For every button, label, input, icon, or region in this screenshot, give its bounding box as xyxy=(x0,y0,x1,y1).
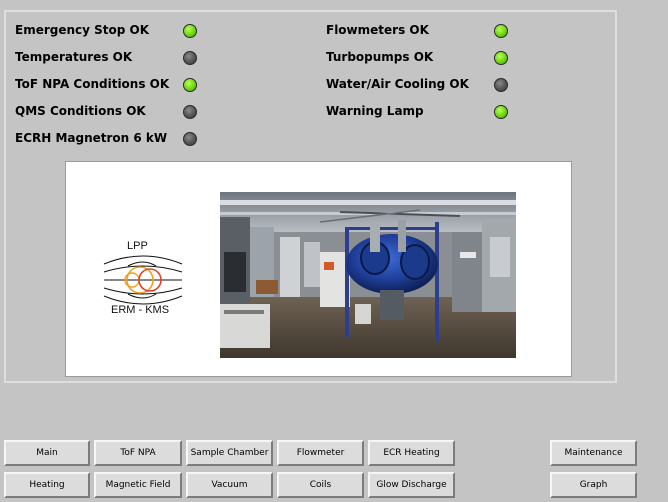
status-label-temperatures: Temperatures OK xyxy=(15,50,133,64)
nav-graph-button[interactable]: Graph xyxy=(550,472,637,498)
nav-ecr-heating-button[interactable]: ECR Heating xyxy=(368,440,455,466)
nav-maintenance-button[interactable]: Maintenance xyxy=(550,440,637,466)
nav-glow-discharge-button[interactable]: Glow Discharge xyxy=(368,472,455,498)
flowmeters-indicator-icon xyxy=(494,24,508,38)
field-lines-icon xyxy=(103,255,183,305)
status-label-water-air-cooling: Water/Air Cooling OK xyxy=(326,77,469,91)
nav-main-button[interactable]: Main xyxy=(4,440,90,466)
status-label-flowmeters: Flowmeters OK xyxy=(326,23,429,37)
nav-magnetic-field-button[interactable]: Magnetic Field xyxy=(94,472,182,498)
status-label-warning-lamp: Warning Lamp xyxy=(326,104,424,118)
nav-vacuum-button[interactable]: Vacuum xyxy=(186,472,273,498)
nav-heating-button[interactable]: Heating xyxy=(4,472,90,498)
logo-bottom-text: ERM - KMS xyxy=(111,304,170,316)
status-label-emergency-stop: Emergency Stop OK xyxy=(15,23,150,37)
emergency-stop-indicator-icon xyxy=(183,24,197,38)
status-label-turbopumps: Turbopumps OK xyxy=(326,50,434,64)
temperatures-indicator-icon xyxy=(183,51,197,65)
image-box: LPP ERM - KMS xyxy=(65,161,572,377)
tof-npa-indicator-icon xyxy=(183,78,197,92)
nav-sample-chamber-button[interactable]: Sample Chamber xyxy=(186,440,273,466)
status-label-qms: QMS Conditions OK xyxy=(15,104,146,118)
logo-top-text: LPP xyxy=(127,240,148,252)
lab-photo xyxy=(220,192,516,358)
nav-flowmeter-button[interactable]: Flowmeter xyxy=(277,440,364,466)
warning-lamp-indicator-icon xyxy=(494,105,508,119)
water-air-cooling-indicator-icon xyxy=(494,78,508,92)
ecrh-magnetron-indicator-icon xyxy=(183,132,197,146)
nav-tof-npa-button[interactable]: ToF NPA xyxy=(94,440,182,466)
lpp-logo: LPP ERM - KMS xyxy=(102,240,184,318)
nav-coils-button[interactable]: Coils xyxy=(277,472,364,498)
turbopumps-indicator-icon xyxy=(494,51,508,65)
qms-indicator-icon xyxy=(183,105,197,119)
status-label-ecrh-magnetron: ECRH Magnetron 6 kW xyxy=(15,131,168,145)
status-label-tof-npa: ToF NPA Conditions OK xyxy=(15,77,170,91)
